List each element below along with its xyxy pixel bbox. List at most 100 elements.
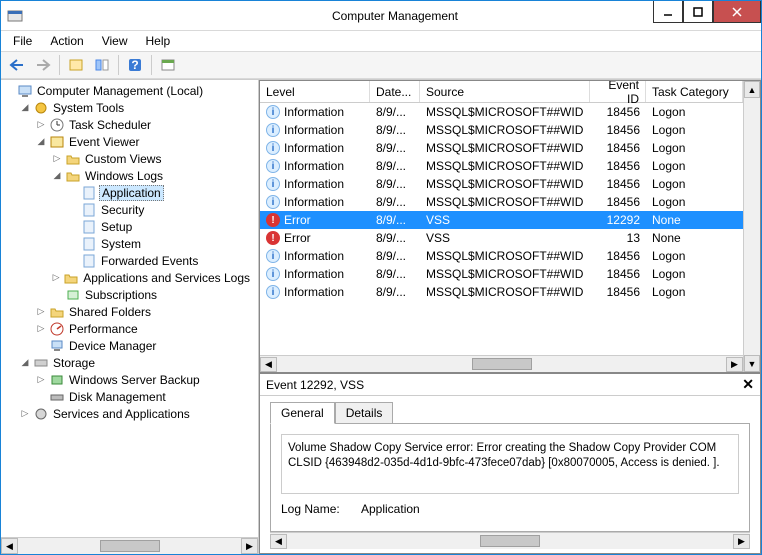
tree-label: Event Viewer — [67, 135, 141, 149]
tree-services-apps[interactable]: ▷Services and Applications — [19, 405, 256, 422]
date-cell: 8/9/... — [370, 213, 420, 227]
performance-icon — [49, 321, 65, 337]
minimize-button[interactable] — [653, 1, 683, 23]
col-level[interactable]: Level — [260, 81, 370, 102]
menu-view[interactable]: View — [94, 32, 136, 50]
expand-icon[interactable]: ▷ — [35, 323, 47, 335]
event-detail-pane: Event 12292, VSS ✕ General Details Volum… — [260, 373, 760, 553]
maximize-button[interactable] — [683, 1, 713, 23]
col-source[interactable]: Source — [420, 81, 590, 102]
event-row[interactable]: !Error8/9/...VSS12292None — [260, 211, 743, 229]
scroll-up-arrow[interactable]: ▲ — [744, 81, 760, 98]
tree-event-viewer[interactable]: ◢ Event Viewer — [35, 133, 256, 150]
event-row[interactable]: iInformation8/9/...MSSQL$MICROSOFT##WID1… — [260, 265, 743, 283]
tree-security[interactable]: Security — [67, 201, 256, 218]
help-button[interactable]: ? — [123, 54, 147, 76]
expand-icon[interactable]: ▷ — [35, 119, 47, 131]
event-list[interactable]: iInformation8/9/...MSSQL$MICROSOFT##WID1… — [260, 103, 743, 355]
tree-disk-management[interactable]: Disk Management — [35, 388, 256, 405]
close-button[interactable] — [713, 1, 761, 23]
event-id-cell: 18456 — [590, 195, 646, 209]
back-button[interactable] — [5, 54, 29, 76]
tree-subscriptions[interactable]: Subscriptions — [51, 286, 256, 303]
tree-server-backup[interactable]: ▷Windows Server Backup — [35, 371, 256, 388]
action-pane-button[interactable] — [156, 54, 180, 76]
expand-icon[interactable]: ▷ — [51, 153, 63, 165]
tree-windows-logs[interactable]: ◢Windows Logs — [51, 167, 256, 184]
expand-icon[interactable]: ▷ — [19, 408, 31, 420]
list-vertical-scrollbar[interactable]: ▲ ▼ — [743, 81, 760, 372]
properties-button[interactable] — [90, 54, 114, 76]
toolbar-separator — [118, 55, 119, 75]
scroll-left-arrow[interactable]: ◀ — [1, 538, 18, 554]
scroll-thumb[interactable] — [100, 540, 160, 552]
col-task-category[interactable]: Task Category — [646, 81, 743, 102]
source-cell: MSSQL$MICROSOFT##WID — [420, 267, 590, 281]
expand-icon[interactable]: ▷ — [35, 374, 47, 386]
event-row[interactable]: iInformation8/9/...MSSQL$MICROSOFT##WID1… — [260, 193, 743, 211]
console-tree[interactable]: Computer Management (Local) ◢ System Too… — [1, 80, 258, 537]
col-event-id[interactable]: Event ID — [590, 81, 646, 102]
menu-file[interactable]: File — [5, 32, 40, 50]
event-id-cell: 12292 — [590, 213, 646, 227]
tree-system-tools[interactable]: ◢ System Tools — [19, 99, 256, 116]
event-row[interactable]: iInformation8/9/...MSSQL$MICROSOFT##WID1… — [260, 175, 743, 193]
tab-details[interactable]: Details — [335, 402, 394, 424]
source-cell: MSSQL$MICROSOFT##WID — [420, 105, 590, 119]
tree-app-services-logs[interactable]: ▷Applications and Services Logs — [51, 269, 256, 286]
list-horizontal-scrollbar[interactable]: ◀ ▶ — [260, 355, 743, 372]
collapse-icon[interactable]: ◢ — [19, 102, 31, 114]
forward-button[interactable] — [31, 54, 55, 76]
event-id-cell: 18456 — [590, 285, 646, 299]
event-row[interactable]: iInformation8/9/...MSSQL$MICROSOFT##WID1… — [260, 139, 743, 157]
tree-task-scheduler[interactable]: ▷Task Scheduler — [35, 116, 256, 133]
col-date[interactable]: Date... — [370, 81, 420, 102]
scroll-right-arrow[interactable]: ▶ — [733, 534, 750, 549]
tree-system[interactable]: System — [67, 235, 256, 252]
collapse-icon[interactable]: ◢ — [35, 136, 47, 148]
expand-icon[interactable]: ▷ — [51, 272, 61, 284]
event-row[interactable]: iInformation8/9/...MSSQL$MICROSOFT##WID1… — [260, 283, 743, 301]
tab-general[interactable]: General — [270, 402, 335, 424]
date-cell: 8/9/... — [370, 285, 420, 299]
level-text: Information — [284, 105, 344, 119]
expand-icon[interactable] — [3, 85, 15, 97]
level-text: Information — [284, 123, 344, 137]
tree-device-manager[interactable]: Device Manager — [35, 337, 256, 354]
scroll-right-arrow[interactable]: ▶ — [726, 357, 743, 372]
category-cell: None — [646, 231, 743, 245]
tree-setup[interactable]: Setup — [67, 218, 256, 235]
scroll-down-arrow[interactable]: ▼ — [744, 355, 760, 372]
date-cell: 8/9/... — [370, 267, 420, 281]
detail-close-button[interactable]: ✕ — [742, 376, 754, 393]
level-text: Error — [284, 231, 311, 245]
log-icon — [81, 236, 97, 252]
tree-label: Storage — [51, 356, 97, 370]
event-row[interactable]: iInformation8/9/...MSSQL$MICROSOFT##WID1… — [260, 121, 743, 139]
scroll-right-arrow[interactable]: ▶ — [241, 538, 258, 554]
tree-application[interactable]: Application — [67, 184, 256, 201]
scroll-left-arrow[interactable]: ◀ — [270, 534, 287, 549]
event-row[interactable]: iInformation8/9/...MSSQL$MICROSOFT##WID1… — [260, 103, 743, 121]
detail-horizontal-scrollbar[interactable]: ◀ ▶ — [270, 532, 750, 549]
tree-custom-views[interactable]: ▷Custom Views — [51, 150, 256, 167]
scroll-left-arrow[interactable]: ◀ — [260, 357, 277, 372]
menu-action[interactable]: Action — [42, 32, 91, 50]
collapse-icon[interactable]: ◢ — [51, 170, 63, 182]
event-row[interactable]: !Error8/9/...VSS13None — [260, 229, 743, 247]
show-hide-tree-button[interactable] — [64, 54, 88, 76]
collapse-icon[interactable]: ◢ — [19, 357, 31, 369]
event-row[interactable]: iInformation8/9/...MSSQL$MICROSOFT##WID1… — [260, 247, 743, 265]
tree-shared-folders[interactable]: ▷Shared Folders — [35, 303, 256, 320]
date-cell: 8/9/... — [370, 123, 420, 137]
tree-storage[interactable]: ◢ Storage — [19, 354, 256, 371]
scroll-thumb[interactable] — [472, 358, 532, 370]
tree-performance[interactable]: ▷Performance — [35, 320, 256, 337]
tree-horizontal-scrollbar[interactable]: ◀ ▶ — [1, 537, 258, 554]
menu-help[interactable]: Help — [138, 32, 179, 50]
expand-icon[interactable]: ▷ — [35, 306, 47, 318]
event-row[interactable]: iInformation8/9/...MSSQL$MICROSOFT##WID1… — [260, 157, 743, 175]
tree-root[interactable]: Computer Management (Local) — [3, 82, 256, 99]
tree-forwarded-events[interactable]: Forwarded Events — [67, 252, 256, 269]
scroll-thumb[interactable] — [480, 535, 540, 547]
